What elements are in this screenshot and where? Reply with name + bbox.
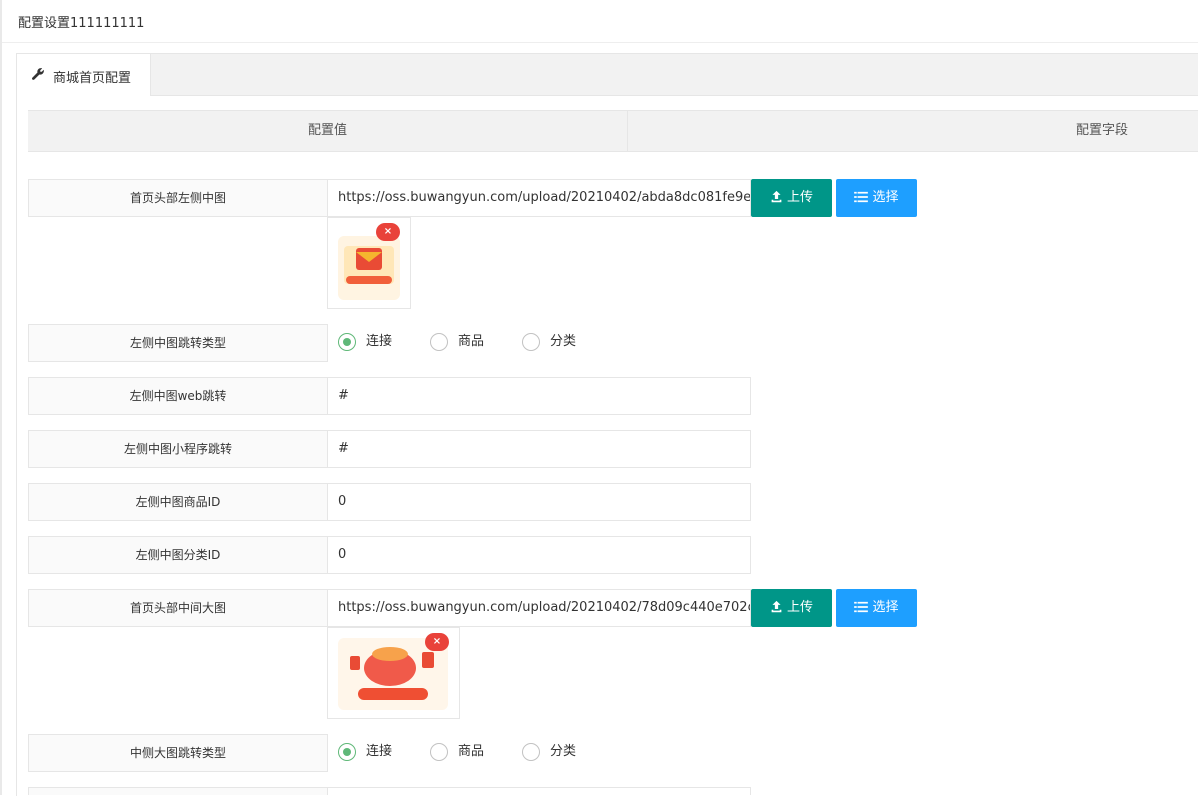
wrench-icon [32,68,44,80]
upload-label: 上传 [786,190,813,205]
page-left-border [0,0,2,795]
left-goods-id-label: 左侧中图商品ID [28,483,328,521]
left-category-id-label: 左侧中图分类ID [28,536,328,574]
page-title: 配置设置111111111 [18,16,145,31]
next-field-input[interactable] [327,787,751,795]
radio-label: 商品 [458,744,485,759]
radio-label: 连接 [366,744,393,759]
left-image-thumbnail: × [327,217,411,309]
tab-label: 商城首页配置 [53,71,132,86]
left-image-select-button[interactable]: 选择 [836,179,917,217]
radio-circle [522,743,540,761]
center-image-url-input[interactable]: https://oss.buwangyun.com/upload/2021040… [327,589,751,627]
upload-icon [771,600,782,613]
left-image-upload-button[interactable]: 上传 [751,179,832,217]
left-goods-id-input[interactable]: 0 [327,483,751,521]
tab-mall-home-config[interactable]: 商城首页配置 [17,54,151,96]
center-image-upload-button[interactable]: 上传 [751,589,832,627]
left-image-label: 首页头部左侧中图 [28,179,328,217]
config-panel: 商城首页配置 [16,53,1198,796]
radio-circle [338,333,356,351]
radio-label: 连接 [366,334,393,349]
center-image-label: 首页头部中间大图 [28,589,328,627]
table-header: 配置值 配置字段 [28,110,1198,152]
list-icon [854,601,869,613]
select-label: 选择 [872,600,899,615]
radio-circle [430,333,448,351]
center-jump-type-label: 中侧大图跳转类型 [28,734,328,772]
radio-circle [430,743,448,761]
radio-label: 分类 [550,744,577,759]
column-header-value: 配置值 [28,111,628,151]
left-web-jump-label: 左侧中图web跳转 [28,377,328,415]
left-jump-type-label: 左侧中图跳转类型 [28,324,328,362]
list-icon [854,191,869,203]
column-header-field: 配置字段 [1076,123,1129,138]
left-category-id-input[interactable]: 0 [327,536,751,574]
left-mini-jump-input[interactable]: # [327,430,751,468]
center-image-select-button[interactable]: 选择 [836,589,917,627]
radio-circle [338,743,356,761]
upload-icon [771,190,782,203]
tab-bar: 商城首页配置 [17,54,1198,96]
radio-label: 商品 [458,334,485,349]
center-image-thumbnail: × [327,627,460,719]
radio-circle [522,333,540,351]
left-web-jump-input[interactable]: # [327,377,751,415]
radio-label: 分类 [550,334,577,349]
upload-label: 上传 [786,600,813,615]
left-mini-jump-label: 左侧中图小程序跳转 [28,430,328,468]
page-header: 配置设置111111111 [2,0,1198,43]
next-field-label [28,787,328,795]
remove-left-image-button[interactable]: × [376,223,400,241]
select-label: 选择 [872,190,899,205]
remove-center-image-button[interactable]: × [425,633,449,651]
left-image-url-input[interactable]: https://oss.buwangyun.com/upload/2021040… [327,179,751,217]
